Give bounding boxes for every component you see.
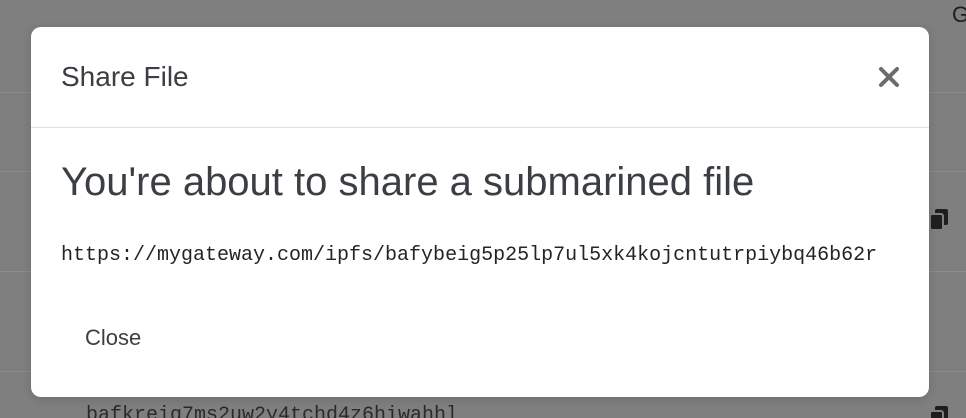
share-heading: You're about to share a submarined file	[61, 160, 755, 204]
dialog-title: Share File	[61, 61, 189, 92]
copy-icon[interactable]	[928, 208, 950, 232]
share-url[interactable]: https://mygateway.com/ipfs/bafybeig5p25l…	[61, 244, 899, 268]
close-icon[interactable]	[877, 65, 901, 89]
share-file-dialog: Share File You're about to share a subma…	[31, 27, 929, 397]
background-cid-text: bafkreig7ms2uw2y4tchd4z6hiwahhl	[86, 404, 459, 418]
dialog-header: Share File	[31, 27, 929, 128]
close-button[interactable]: Close	[61, 316, 165, 360]
copy-icon[interactable]	[928, 405, 950, 418]
background-header-text: G	[952, 2, 966, 27]
